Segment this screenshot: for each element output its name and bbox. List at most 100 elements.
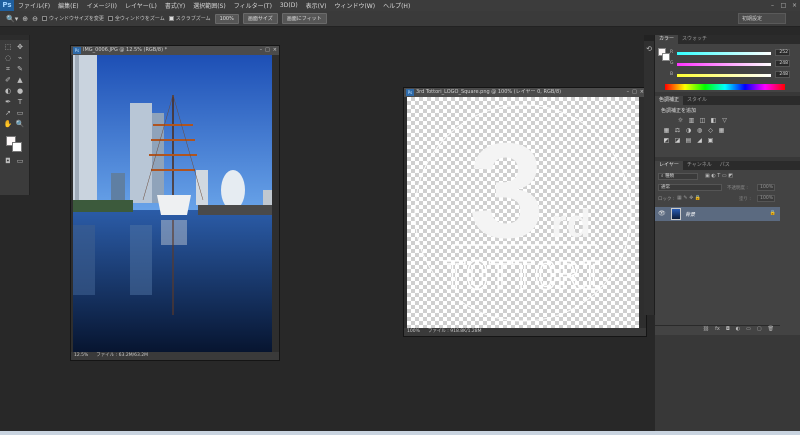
fit-screen-button[interactable]: 画面サイズ bbox=[242, 13, 278, 24]
zoom-tool-icon[interactable]: 🔍▾ bbox=[6, 15, 18, 23]
zoom-level[interactable]: 100% bbox=[407, 328, 420, 336]
red-value[interactable]: 252 bbox=[775, 49, 790, 56]
vibrance-icon[interactable]: ▽ bbox=[720, 117, 729, 125]
workspace-select[interactable]: 初期設定 bbox=[738, 13, 786, 24]
history-panel-icon[interactable]: ⟲ bbox=[644, 45, 654, 53]
menu-3d[interactable]: 3D(D) bbox=[276, 2, 302, 9]
gradient-tool-icon[interactable]: ● bbox=[14, 86, 26, 97]
color-balance-icon[interactable]: ⚖ bbox=[673, 127, 682, 135]
zoom-level[interactable]: 12.5% bbox=[74, 352, 88, 360]
zoom-out-icon[interactable]: ⊖ bbox=[32, 15, 38, 23]
screen-mode-icon[interactable]: ▭ bbox=[14, 156, 26, 167]
green-slider[interactable] bbox=[677, 63, 771, 66]
gradient-map-icon[interactable]: ◢ bbox=[695, 137, 704, 145]
adjustment-layer-icon[interactable]: ◐ bbox=[736, 326, 740, 334]
path-selection-tool-icon[interactable]: ➚ bbox=[2, 108, 14, 119]
invert-icon[interactable]: ◩ bbox=[662, 137, 671, 145]
zoom-in-icon[interactable]: ⊕ bbox=[22, 15, 28, 23]
black-white-icon[interactable]: ◑ bbox=[684, 127, 693, 135]
photo-canvas[interactable] bbox=[73, 55, 272, 352]
visibility-eye-icon[interactable]: 👁 bbox=[658, 210, 666, 217]
opacity-value[interactable]: 100% bbox=[757, 184, 775, 191]
tab-adjustments[interactable]: 色調補正 bbox=[655, 96, 684, 105]
channel-mixer-icon[interactable]: ◇ bbox=[706, 127, 715, 135]
color-spectrum-bar[interactable] bbox=[665, 84, 785, 90]
document-title-bar[interactable]: Ps 3rd Tottori_LOGO_Square.png @ 100% (レ… bbox=[404, 88, 646, 97]
posterize-icon[interactable]: ◪ bbox=[673, 137, 682, 145]
new-group-icon[interactable]: ▭ bbox=[746, 326, 751, 334]
exposure-icon[interactable]: ◧ bbox=[709, 117, 718, 125]
menu-help[interactable]: ヘルプ(H) bbox=[379, 1, 414, 10]
stamp-tool-icon[interactable]: ▲ bbox=[14, 75, 26, 86]
quick-mask-icon[interactable]: ◘ bbox=[2, 156, 14, 167]
doc-close-icon[interactable]: × bbox=[273, 46, 277, 55]
type-tool-icon[interactable]: T bbox=[14, 97, 26, 108]
menu-filter[interactable]: フィルター(T) bbox=[230, 1, 276, 10]
green-value[interactable]: 248 bbox=[775, 60, 790, 67]
tab-color[interactable]: カラー bbox=[655, 35, 679, 44]
fill-screen-button[interactable]: 画面にフィット bbox=[281, 13, 327, 24]
shape-tool-icon[interactable]: ▭ bbox=[14, 108, 26, 119]
marquee-tool-icon[interactable]: ⬚ bbox=[2, 42, 14, 53]
blend-mode-select[interactable]: 通常 bbox=[658, 184, 722, 191]
magic-wand-tool-icon[interactable]: ⌁ bbox=[14, 53, 26, 64]
zoom-tool-icon[interactable]: 🔍 bbox=[14, 119, 26, 130]
logo-canvas[interactable]: 3 rd TOTTORI bbox=[407, 97, 639, 329]
crop-tool-icon[interactable]: ⌗ bbox=[2, 64, 14, 75]
tab-paths[interactable]: パス bbox=[716, 161, 734, 170]
pen-tool-icon[interactable]: ✒ bbox=[2, 97, 14, 108]
document-window-photo[interactable]: Ps IMG_0006.JPG @ 12.5% (RGB/8) * –□× bbox=[70, 45, 280, 361]
lasso-tool-icon[interactable]: ◌ bbox=[2, 53, 14, 64]
lock-icons[interactable]: ▦ ✎ ✥ 🔒 bbox=[677, 195, 701, 201]
menu-image[interactable]: イメージ(I) bbox=[83, 1, 121, 10]
curves-icon[interactable]: ◫ bbox=[698, 117, 707, 125]
brightness-icon[interactable]: ☼ bbox=[676, 117, 685, 125]
doc-minimize-icon[interactable]: – bbox=[260, 46, 263, 55]
layer-style-icon[interactable]: fx bbox=[715, 326, 720, 334]
link-layers-icon[interactable]: ⛓ bbox=[703, 326, 709, 334]
menu-layer[interactable]: レイヤー(L) bbox=[121, 1, 161, 10]
eyedropper-tool-icon[interactable]: ✎ bbox=[14, 64, 26, 75]
menu-file[interactable]: ファイル(F) bbox=[14, 1, 54, 10]
minimize-button[interactable]: – bbox=[767, 0, 778, 11]
menu-view[interactable]: 表示(V) bbox=[302, 1, 331, 10]
zoom-all-option[interactable]: 全ウィンドウをズーム bbox=[107, 15, 165, 22]
close-button[interactable]: × bbox=[789, 0, 800, 11]
red-slider[interactable] bbox=[677, 52, 771, 55]
menu-type[interactable]: 書式(Y) bbox=[161, 1, 189, 10]
layer-mask-icon[interactable]: ◘ bbox=[726, 326, 730, 334]
menu-edit[interactable]: 編集(E) bbox=[54, 1, 82, 10]
move-tool-icon[interactable]: ✥ bbox=[14, 42, 26, 53]
background-color[interactable] bbox=[12, 142, 22, 152]
layer-row-background[interactable]: 👁 背景 🔒 bbox=[655, 207, 780, 221]
layer-name[interactable]: 背景 bbox=[685, 211, 695, 218]
layer-filter-select[interactable]: ⌕ 種類 bbox=[658, 173, 698, 180]
zoom-100-button[interactable]: 100% bbox=[214, 13, 239, 24]
brush-tool-icon[interactable]: ✐ bbox=[2, 75, 14, 86]
levels-icon[interactable]: ▥ bbox=[687, 117, 696, 125]
eraser-tool-icon[interactable]: ◐ bbox=[2, 86, 14, 97]
document-title-bar[interactable]: Ps IMG_0006.JPG @ 12.5% (RGB/8) * – □ × bbox=[71, 46, 279, 55]
threshold-icon[interactable]: ▤ bbox=[684, 137, 693, 145]
color-swatches[interactable] bbox=[2, 134, 27, 156]
doc-minimize-icon[interactable]: – bbox=[627, 88, 630, 97]
document-window-logo[interactable]: Ps 3rd Tottori_LOGO_Square.png @ 100% (レ… bbox=[403, 87, 647, 337]
tab-layers[interactable]: レイヤー bbox=[655, 161, 683, 170]
background-color-chip[interactable] bbox=[662, 53, 670, 61]
photo-filter-icon[interactable]: ◍ bbox=[695, 127, 704, 135]
blue-slider[interactable] bbox=[677, 74, 771, 77]
file-size-info[interactable]: ファイル : 918.8K/1.28M bbox=[428, 328, 482, 336]
color-lookup-icon[interactable]: ▦ bbox=[717, 127, 726, 135]
menu-select[interactable]: 選択範囲(S) bbox=[189, 1, 230, 10]
tab-swatches[interactable]: スウォッチ bbox=[678, 35, 711, 44]
hue-saturation-icon[interactable]: ▦ bbox=[662, 127, 671, 135]
hand-tool-icon[interactable]: ✋ bbox=[2, 119, 14, 130]
file-size-info[interactable]: ファイル : 63.2M/63.2M bbox=[96, 352, 148, 360]
resize-windows-option[interactable]: ウィンドウサイズを変更 bbox=[41, 15, 104, 22]
tab-styles[interactable]: スタイル bbox=[683, 96, 711, 105]
new-layer-icon[interactable]: ▢ bbox=[757, 326, 762, 334]
blue-value[interactable]: 248 bbox=[775, 71, 790, 78]
doc-maximize-icon[interactable]: □ bbox=[632, 88, 637, 97]
tab-channels[interactable]: チャンネル bbox=[683, 161, 716, 170]
maximize-button[interactable]: □ bbox=[778, 0, 789, 11]
